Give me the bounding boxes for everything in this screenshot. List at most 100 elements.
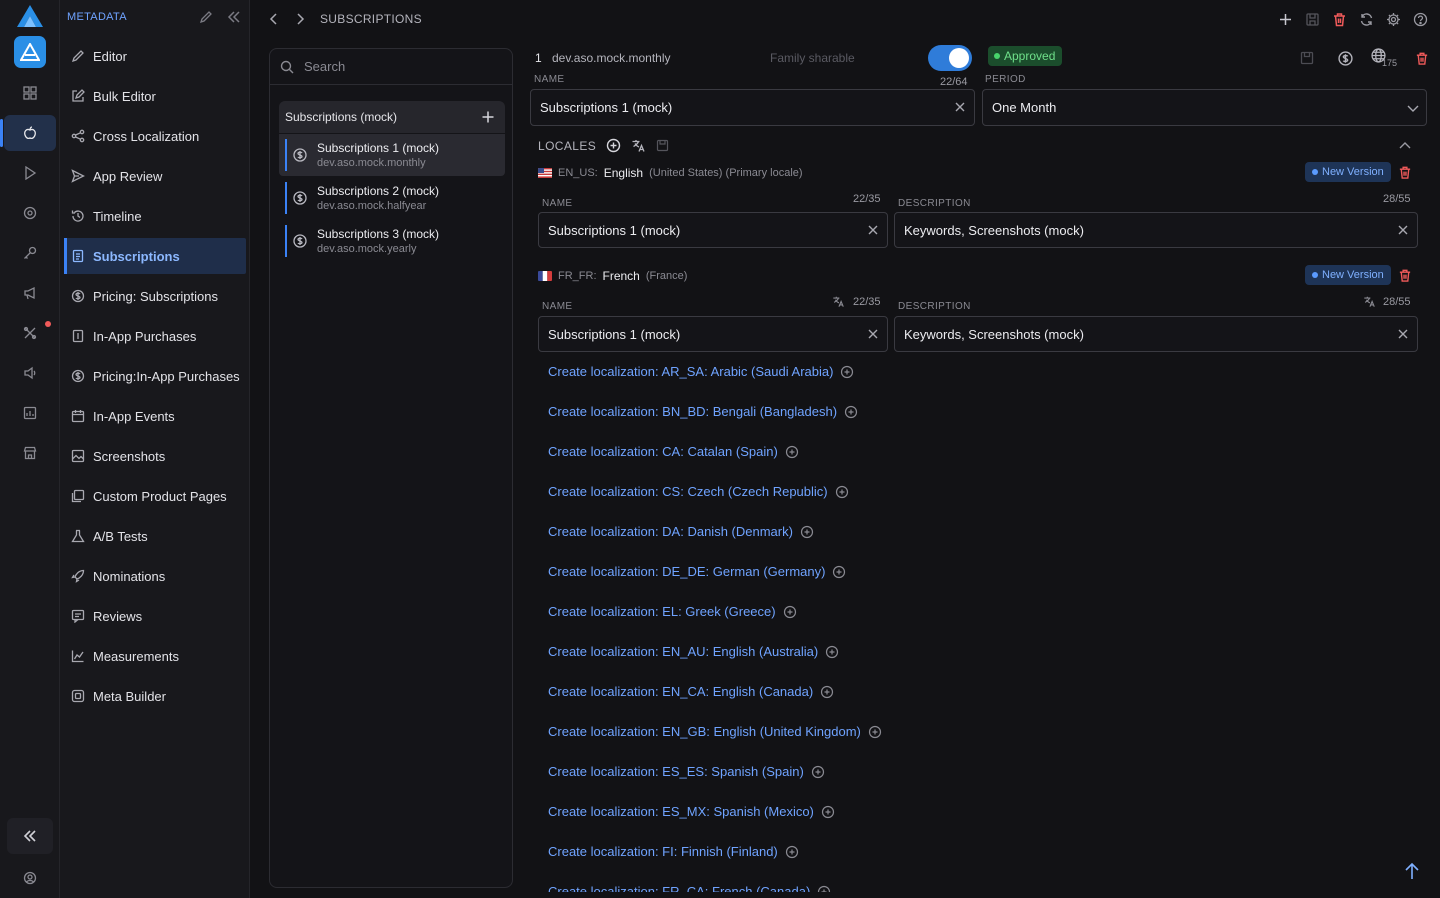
chevron-up-icon[interactable] — [1398, 139, 1412, 153]
create-localization-link[interactable]: Create localization: EN_CA: English (Can… — [548, 684, 834, 699]
search-input[interactable] — [304, 59, 494, 74]
save-locale-icon[interactable] — [656, 139, 669, 152]
sidebar-item-custom-product-pages[interactable]: Custom Product Pages — [64, 478, 246, 514]
create-localization-link[interactable]: Create localization: EL: Greek (Greece) — [548, 604, 797, 619]
app-avatar-icon[interactable] — [14, 36, 46, 68]
audio-icon[interactable] — [17, 360, 43, 386]
plus-icon[interactable] — [1278, 12, 1293, 27]
history-icon — [71, 209, 85, 223]
brand-logo-icon[interactable] — [16, 4, 44, 28]
collapse-rail-button[interactable] — [7, 818, 53, 854]
add-subscription-button[interactable] — [481, 110, 495, 124]
plus-circle-icon — [844, 405, 858, 419]
sidebar-item-bulk-editor[interactable]: Bulk Editor — [64, 78, 246, 114]
list-item[interactable]: Subscriptions 2 (mock) dev.aso.mock.half… — [279, 177, 505, 219]
apple-metadata-icon[interactable] — [0, 115, 56, 151]
clear-icon[interactable] — [867, 224, 879, 236]
sidebar-item-nominations[interactable]: Nominations — [64, 558, 246, 594]
family-sharable-label: Family sharable — [770, 51, 855, 65]
sidebar-item-label: Subscriptions — [93, 248, 180, 264]
sidebar-item-editor[interactable]: Editor — [64, 38, 246, 74]
clear-icon[interactable] — [1397, 224, 1409, 236]
locale-fr-fr-header: FR_FR: French (France) — [538, 269, 687, 283]
create-localization-link[interactable]: Create localization: EN_GB: English (Uni… — [548, 724, 882, 739]
megaphone-icon[interactable] — [17, 280, 43, 306]
sidebar-item-subscriptions[interactable]: Subscriptions — [64, 238, 246, 274]
dollar-circle-icon[interactable] — [1338, 50, 1353, 66]
trash-icon[interactable] — [1398, 268, 1412, 283]
save-icon[interactable] — [1305, 12, 1320, 27]
create-localization-link[interactable]: Create localization: FR_CA: French (Cana… — [548, 884, 831, 892]
sidebar-item-reviews[interactable]: Reviews — [64, 598, 246, 634]
sidebar-item-cross-localization[interactable]: Cross Localization — [64, 118, 246, 154]
new-version-badge[interactable]: New Version — [1305, 162, 1391, 182]
territories-button[interactable]: 175 — [1371, 48, 1397, 68]
clear-icon[interactable] — [1397, 328, 1409, 340]
create-localization-link[interactable]: Create localization: EN_AU: English (Aus… — [548, 644, 839, 659]
scroll-to-top-arrow-icon[interactable] — [1403, 861, 1421, 881]
locale-description-label: DESCRIPTION — [898, 198, 971, 209]
list-item[interactable]: Subscriptions 3 (mock) dev.aso.mock.year… — [279, 220, 505, 262]
trash-icon[interactable] — [1398, 165, 1412, 180]
sidebar-item-ab-tests[interactable]: A/B Tests — [64, 518, 246, 554]
new-version-badge[interactable]: New Version — [1305, 265, 1391, 285]
back-chevron-icon[interactable] — [268, 12, 280, 26]
plus-circle-icon — [832, 565, 846, 579]
save-icon[interactable] — [1300, 51, 1314, 65]
pencil-icon[interactable] — [199, 10, 213, 24]
tools-icon[interactable] — [17, 320, 43, 346]
sidebar-item-app-review[interactable]: App Review — [64, 158, 246, 194]
double-chevron-left-icon[interactable] — [227, 10, 241, 24]
create-localization-link[interactable]: Create localization: CA: Catalan (Spain) — [548, 444, 799, 459]
store-icon[interactable] — [17, 440, 43, 466]
clear-icon[interactable] — [954, 101, 966, 113]
create-localization-link[interactable]: Create localization: BN_BD: Bengali (Ban… — [548, 404, 858, 419]
trash-icon[interactable] — [1415, 51, 1429, 66]
create-localization-link[interactable]: Create localization: DE_DE: German (Germ… — [548, 564, 846, 579]
locale-description-field[interactable]: Keywords, Screenshots (mock) — [894, 316, 1418, 352]
play-store-icon[interactable] — [17, 160, 43, 186]
locales-title: LOCALES — [538, 138, 597, 153]
create-localization-link[interactable]: Create localization: FI: Finnish (Finlan… — [548, 844, 799, 859]
sidebar-item-in-app-events[interactable]: In-App Events — [64, 398, 246, 434]
create-localization-link[interactable]: Create localization: ES_ES: Spanish (Spa… — [548, 764, 825, 779]
dollar-circle-icon — [293, 191, 307, 205]
subscription-product-id: dev.aso.mock.yearly — [317, 243, 417, 255]
create-localization-link[interactable]: Create localization: AR_SA: Arabic (Saud… — [548, 364, 854, 379]
period-select[interactable]: One Month — [982, 89, 1427, 126]
sidebar-item-pricing-in-app-purchases[interactable]: Pricing:In-App Purchases — [64, 358, 246, 394]
subscription-group-header[interactable]: Subscriptions (mock) — [279, 101, 505, 133]
name-field[interactable]: Subscriptions 1 (mock) — [530, 89, 975, 126]
translate-icon[interactable] — [1363, 295, 1376, 308]
create-localization-link[interactable]: Create localization: ES_MX: Spanish (Mex… — [548, 804, 835, 819]
family-sharable-toggle[interactable] — [928, 45, 972, 71]
create-localization-link[interactable]: Create localization: CS: Czech (Czech Re… — [548, 484, 849, 499]
clear-icon[interactable] — [867, 328, 879, 340]
locale-name-field[interactable]: Subscriptions 1 (mock) — [538, 316, 888, 352]
sidebar-item-in-app-purchases[interactable]: In-App Purchases — [64, 318, 246, 354]
sidebar-item-pricing-subscriptions[interactable]: Pricing: Subscriptions — [64, 278, 246, 314]
account-icon[interactable] — [17, 865, 43, 891]
add-locale-icon[interactable] — [606, 138, 621, 153]
key-icon[interactable] — [17, 240, 43, 266]
sidebar-item-timeline[interactable]: Timeline — [64, 198, 246, 234]
refresh-icon[interactable] — [1359, 12, 1374, 27]
sidebar-item-screenshots[interactable]: Screenshots — [64, 438, 246, 474]
reports-icon[interactable] — [17, 400, 43, 426]
sidebar-item-measurements[interactable]: Measurements — [64, 638, 246, 674]
target-icon[interactable] — [17, 200, 43, 226]
dashboard-icon[interactable] — [17, 80, 43, 106]
forward-chevron-icon[interactable] — [294, 12, 306, 26]
translate-icon[interactable] — [631, 138, 646, 153]
sidebar-item-meta-builder[interactable]: Meta Builder — [64, 678, 246, 714]
create-localization-list: Create localization: AR_SA: Arabic (Saud… — [520, 360, 1440, 892]
trash-icon[interactable] — [1332, 12, 1347, 27]
locale-description-field[interactable]: Keywords, Screenshots (mock) — [894, 212, 1418, 248]
translate-icon[interactable] — [832, 295, 845, 308]
locale-region: (France) — [645, 270, 688, 282]
list-item[interactable]: Subscriptions 1 (mock) dev.aso.mock.mont… — [279, 134, 505, 176]
gear-icon[interactable] — [1386, 12, 1401, 27]
create-localization-link[interactable]: Create localization: DA: Danish (Denmark… — [548, 524, 814, 539]
help-icon[interactable] — [1413, 12, 1428, 27]
locale-name-field[interactable]: Subscriptions 1 (mock) — [538, 212, 888, 248]
